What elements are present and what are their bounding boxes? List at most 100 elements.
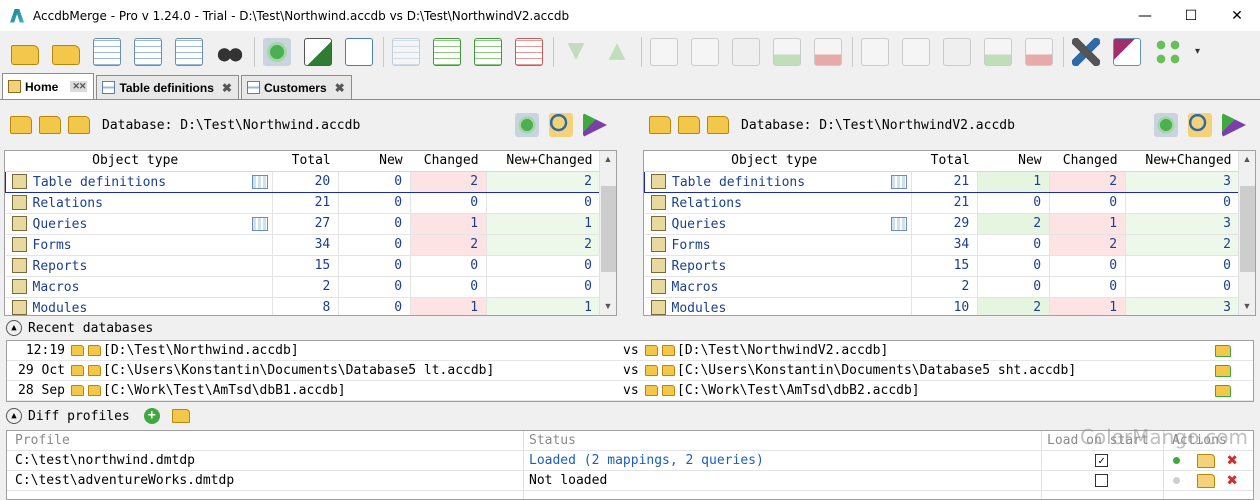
profile-status-link[interactable]: Loaded (2 mappings, 2 queries) xyxy=(529,453,764,468)
copy-button[interactable] xyxy=(341,34,377,70)
table-row[interactable]: C:\test\northwind.dmtdp Loaded (2 mappin… xyxy=(7,451,1253,471)
column-header[interactable]: Status xyxy=(529,433,576,448)
table-row[interactable]: Macros 2 0 0 0 xyxy=(644,276,1240,298)
tab-close-icon[interactable]: ✖ xyxy=(335,81,345,95)
browse-folder-icon[interactable] xyxy=(68,116,90,134)
search-icon[interactable] xyxy=(1188,113,1212,137)
vertical-scrollbar[interactable]: ▲ ▼ xyxy=(599,151,616,315)
load-on-start-checkbox[interactable]: ✓ xyxy=(1095,454,1108,467)
edit-profile-icon[interactable] xyxy=(1197,473,1215,488)
load-on-start-checkbox[interactable] xyxy=(1095,474,1108,487)
tab-home[interactable]: Home ✕✕ xyxy=(2,73,95,99)
run-access-icon[interactable] xyxy=(1222,113,1246,137)
maximize-button[interactable]: ☐ xyxy=(1168,0,1214,31)
column-header[interactable]: New xyxy=(977,151,1050,172)
move-left-button[interactable] xyxy=(980,34,1016,70)
folder-icon[interactable] xyxy=(645,365,658,376)
compare-tables-button[interactable] xyxy=(89,34,125,70)
folder-icon[interactable] xyxy=(71,345,84,356)
grid-button[interactable] xyxy=(388,34,424,70)
folder-icon[interactable] xyxy=(71,365,84,376)
column-header[interactable]: Object type xyxy=(5,151,273,172)
folder-icon[interactable] xyxy=(71,385,84,396)
blank-doc2-button[interactable] xyxy=(898,34,934,70)
table-row[interactable]: Relations 21 0 0 0 xyxy=(5,192,601,214)
scroll-thumb[interactable] xyxy=(1240,186,1255,272)
tools-button[interactable] xyxy=(1068,34,1104,70)
scroll-up-icon[interactable]: ▲ xyxy=(600,151,616,168)
tab-table-definitions[interactable]: Table definitions ✖ xyxy=(96,75,239,99)
collapse-icon[interactable]: ▲ xyxy=(6,320,22,336)
blank-doc-button[interactable] xyxy=(687,34,723,70)
open-pair-icon[interactable] xyxy=(1215,364,1231,377)
vertical-scrollbar[interactable]: ▲ ▼ xyxy=(1238,151,1255,315)
list-item[interactable]: 29 Oct [C:\Users\Konstantin\Documents\Da… xyxy=(7,361,1253,381)
column-header[interactable]: Total xyxy=(911,151,978,172)
pin-icon[interactable]: ✕✕ xyxy=(70,81,88,92)
table-row[interactable]: Table definitions 20 0 2 2 xyxy=(5,170,601,193)
column-header[interactable]: Profile xyxy=(15,433,70,448)
add-profile-icon[interactable]: + xyxy=(143,408,160,424)
table-row[interactable]: Forms 34 0 2 2 xyxy=(644,234,1240,256)
tab-customers[interactable]: Customers ✖ xyxy=(240,75,352,99)
search-icon[interactable] xyxy=(549,113,573,137)
settings-grid-button[interactable] xyxy=(171,34,207,70)
table-row[interactable]: Modules 10 2 1 3 xyxy=(644,297,1240,315)
column-header[interactable]: New+Changed xyxy=(1125,151,1240,172)
table-row[interactable]: C:\test\adventureWorks.dmtdp Not loaded … xyxy=(7,471,1253,491)
compare-icon[interactable] xyxy=(891,216,908,231)
sql-button[interactable] xyxy=(130,34,166,70)
compare-icon[interactable] xyxy=(252,174,269,189)
compare-icon[interactable] xyxy=(891,174,908,189)
folder-icon[interactable] xyxy=(645,385,658,396)
scroll-down-icon[interactable]: ▼ xyxy=(600,298,616,315)
delete-left-button[interactable] xyxy=(1021,34,1057,70)
table-row[interactable]: Queries 27 0 1 1 xyxy=(5,213,601,235)
table-row[interactable]: Modules 8 0 1 1 xyxy=(5,297,601,315)
open-left-button[interactable] xyxy=(7,34,43,70)
column-header[interactable]: Changed xyxy=(1049,151,1126,172)
open-profile-icon[interactable] xyxy=(171,409,190,423)
column-header[interactable]: New xyxy=(338,151,411,172)
refresh-icon[interactable] xyxy=(515,113,539,137)
run-access-icon[interactable] xyxy=(583,113,607,137)
export-excel-button[interactable] xyxy=(300,34,336,70)
delete-profile-icon[interactable]: ✖ xyxy=(1227,471,1238,490)
folder-icon[interactable] xyxy=(88,345,101,356)
table-row[interactable]: Reports 15 0 0 0 xyxy=(644,255,1240,277)
access-grid-button[interactable] xyxy=(1109,34,1145,70)
list-item[interactable]: 12:19 [D:\Test\Northwind.accdb] vs [D:\T… xyxy=(7,341,1253,361)
scroll-thumb[interactable] xyxy=(601,186,616,272)
table-row[interactable]: Table definitions 21 1 2 3 xyxy=(644,170,1240,193)
list-item[interactable]: 28 Sep [C:\Work\Test\AmTsd\dbB1.accdb] v… xyxy=(7,381,1253,401)
grid-red-button[interactable] xyxy=(511,34,547,70)
recent-databases-header[interactable]: ▲ Recent databases xyxy=(6,318,153,338)
table-row[interactable]: Forms 34 0 2 2 xyxy=(5,234,601,256)
column-header[interactable]: Object type xyxy=(644,151,912,172)
column-header[interactable]: Total xyxy=(272,151,339,172)
check-doc2-button[interactable] xyxy=(728,34,764,70)
refresh-button[interactable] xyxy=(259,34,295,70)
folder-icon[interactable] xyxy=(88,365,101,376)
tab-close-icon[interactable]: ✖ xyxy=(222,81,232,95)
grid-green-button[interactable] xyxy=(429,34,465,70)
delete-profile-icon[interactable]: ✖ xyxy=(1227,451,1238,470)
folder-icon[interactable] xyxy=(645,345,658,356)
find-button[interactable] xyxy=(212,34,248,70)
scroll-up-icon[interactable]: ▲ xyxy=(1239,151,1255,168)
prev-diff-button[interactable] xyxy=(599,34,635,70)
table-row[interactable]: Reports 15 0 0 0 xyxy=(5,255,601,277)
diff-profiles-header[interactable]: ▲ Diff profiles + xyxy=(6,406,190,426)
open-pair-icon[interactable] xyxy=(1215,384,1231,397)
arrows-button[interactable] xyxy=(1150,34,1186,70)
grid-green2-button[interactable] xyxy=(470,34,506,70)
folder-icon[interactable] xyxy=(662,345,675,356)
check-doc3-button[interactable] xyxy=(857,34,893,70)
open-folder-icon[interactable] xyxy=(10,116,32,134)
recent-folder-icon[interactable] xyxy=(39,116,61,134)
table-row[interactable]: Macros 2 0 0 0 xyxy=(5,276,601,298)
scroll-down-icon[interactable]: ▼ xyxy=(1239,298,1255,315)
recent-folder-icon[interactable] xyxy=(678,116,700,134)
open-both-button[interactable] xyxy=(48,34,84,70)
collapse-icon[interactable]: ▲ xyxy=(6,408,22,424)
